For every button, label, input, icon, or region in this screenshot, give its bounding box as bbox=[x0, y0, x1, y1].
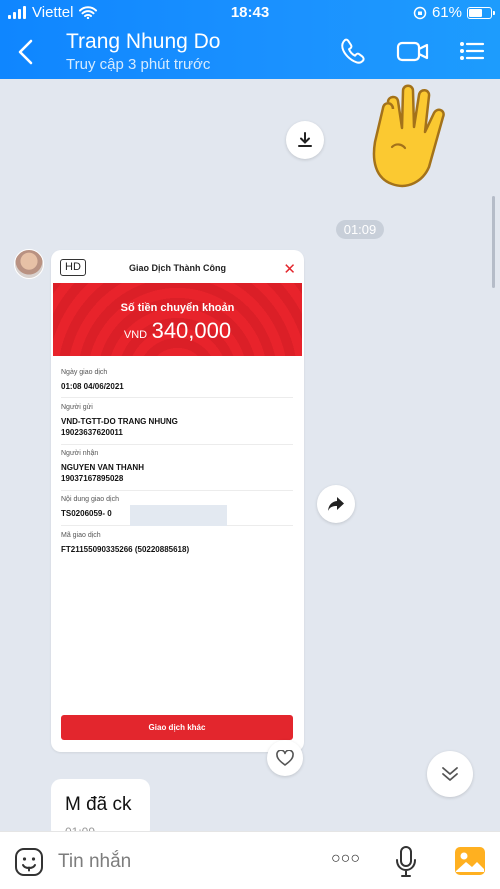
scroll-down-icon bbox=[442, 767, 458, 781]
rotation-lock-icon bbox=[413, 6, 427, 19]
more-icon[interactable]: ○○○ bbox=[331, 850, 360, 868]
field-label: Ngày giao dịch bbox=[61, 369, 108, 376]
redacted-area bbox=[130, 505, 227, 526]
scroll-down-button[interactable] bbox=[427, 751, 473, 797]
chat-header: Viettel 18:43 61% Trang Nhung Do Truy cậ… bbox=[0, 0, 500, 79]
time-divider: 01:09 bbox=[336, 220, 384, 239]
other-transaction-button: Giao dịch khác bbox=[61, 715, 293, 740]
field-value: FT21155090335266 (50220885618) bbox=[61, 545, 190, 554]
field-label: Nội dung giao dịch bbox=[61, 496, 119, 503]
battery-info: 61% bbox=[413, 4, 495, 21]
field-value: NGUYEN VAN THANH bbox=[61, 463, 144, 472]
download-button[interactable] bbox=[286, 121, 324, 159]
like-button[interactable] bbox=[267, 740, 303, 776]
receipt-title: Giao Dịch Thành Công bbox=[129, 263, 226, 273]
receipt-image-message[interactable]: HD Giao Dịch Thành Công ✕ Số tiền chuyển… bbox=[51, 250, 304, 752]
avatar[interactable] bbox=[14, 249, 44, 279]
contact-name[interactable]: Trang Nhung Do bbox=[66, 30, 220, 54]
menu-icon[interactable] bbox=[458, 37, 486, 65]
sticker-icon[interactable] bbox=[14, 847, 44, 877]
share-button[interactable] bbox=[317, 485, 355, 523]
download-icon bbox=[298, 132, 312, 147]
amount: VND 340,000 bbox=[53, 318, 302, 344]
mic-icon[interactable] bbox=[394, 845, 418, 879]
amount-value: 340,000 bbox=[151, 318, 232, 343]
message-composer: Tin nhắn ○○○ bbox=[0, 831, 500, 889]
battery-icon bbox=[467, 6, 495, 19]
field-label: Mã giao dịch bbox=[61, 532, 101, 539]
close-icon: ✕ bbox=[283, 261, 296, 278]
heart-icon bbox=[276, 750, 294, 766]
field-value-secondary: 19023637620011 bbox=[61, 428, 123, 437]
gallery-icon[interactable] bbox=[454, 846, 486, 876]
message-text: M đã ck bbox=[65, 794, 132, 815]
battery-percent: 61% bbox=[431, 4, 462, 21]
field-sender: Người gửi VND-TGTT-DO TRANG NHUNG 190236… bbox=[61, 404, 293, 445]
field-label: Người nhận bbox=[61, 450, 99, 457]
scrollbar[interactable] bbox=[492, 196, 495, 288]
wave-hand-icon bbox=[372, 84, 445, 188]
field-value-secondary: 19037167895028 bbox=[61, 474, 124, 483]
field-date: Ngày giao dịch 01:08 04/06/2021 bbox=[61, 369, 293, 398]
amount-banner: Số tiền chuyển khoản VND 340,000 bbox=[53, 283, 302, 356]
amount-label: Số tiền chuyển khoản bbox=[120, 302, 235, 314]
currency: VND bbox=[123, 329, 148, 341]
field-transaction-id: Mã giao dịch FT21155090335266 (502208856… bbox=[61, 532, 293, 560]
field-value: VND-TGTT-DO TRANG NHUNG bbox=[61, 417, 178, 426]
field-label: Người gửi bbox=[61, 404, 93, 411]
video-icon[interactable] bbox=[396, 37, 430, 65]
share-icon bbox=[328, 497, 344, 511]
back-icon[interactable] bbox=[14, 38, 38, 66]
message-bubble[interactable]: M đã ck 01:09 bbox=[51, 779, 150, 839]
message-input[interactable]: Tin nhắn bbox=[58, 851, 131, 873]
field-value: 01:08 04/06/2021 bbox=[61, 382, 124, 391]
last-seen-status: Truy cập 3 phút trước bbox=[66, 56, 211, 73]
status-bar: Viettel 18:43 61% bbox=[0, 0, 500, 26]
phone-icon[interactable] bbox=[338, 37, 368, 65]
field-recipient: Người nhận NGUYEN VAN THANH 190371678950… bbox=[61, 450, 293, 491]
